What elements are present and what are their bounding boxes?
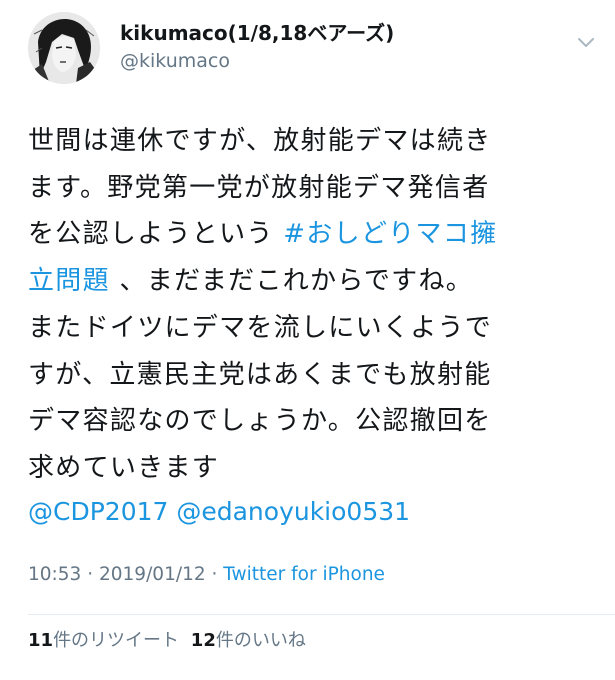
chevron-down-icon[interactable]	[574, 30, 598, 54]
tweet-time[interactable]: 10:53	[28, 564, 81, 585]
tweet-text-segment: またドイツにデマを流しにいくようで	[28, 312, 493, 343]
tweet-text-segment: 世間は連休ですが、放射能デマは続き	[28, 126, 492, 156]
retweets-label: 件のリツイート	[53, 630, 180, 651]
tweet-text-segment: デマ容認なのでしょうか。公認撤回を	[28, 406, 492, 437]
hashtag-link[interactable]: 立問題	[28, 266, 110, 296]
user-handle[interactable]: @kikumaco	[120, 48, 394, 74]
tweet-line: 世間は連休ですが、放射能デマは続き	[28, 118, 593, 165]
tweet-text-segment: 求めていきます	[28, 452, 220, 483]
tweet-line: またドイツにデマを流しにいくようで	[28, 305, 593, 352]
tweet-date[interactable]: 2019/01/12	[99, 564, 206, 585]
tweet-line: 立問題 、まだまだこれからですね。	[28, 258, 593, 305]
avatar[interactable]	[28, 12, 100, 84]
tweet-line: を公認しようという #おしどりマコ擁	[28, 211, 593, 258]
tweet-meta: 10:53 · 2019/01/12 · Twitter for iPhone	[28, 562, 385, 588]
likes-stat[interactable]: 12件のいいね	[191, 630, 306, 651]
tweet-line: ます。野党第一党が放射能デマ発信者	[28, 165, 593, 212]
display-name[interactable]: kikumaco(1/8,18ベアーズ)	[120, 20, 394, 46]
hashtag-link[interactable]: #おしどりマコ擁	[283, 219, 497, 249]
tweet-stats: 11件のリツイート 12件のいいね	[28, 628, 306, 654]
avatar-portrait-icon	[28, 12, 100, 84]
user-info: kikumaco(1/8,18ベアーズ) @kikumaco	[120, 20, 394, 74]
tweet-line: 求めていきます	[28, 445, 593, 492]
mentions: @CDP2017 @edanoyukio0531	[28, 495, 410, 529]
tweet-text-segment: すが、立憲民主党はあくまでも放射能	[28, 359, 492, 390]
tweet-text: 世間は連休ですが、放射能デマは続き ます。野党第一党が放射能デマ発信者 を公認し…	[28, 118, 593, 492]
mention-link[interactable]: @CDP2017	[28, 497, 168, 526]
retweets-stat[interactable]: 11件のリツイート	[28, 630, 179, 651]
meta-separator: ·	[81, 564, 99, 585]
likes-label: 件のいいね	[215, 630, 306, 651]
tweet-line: すが、立憲民主党はあくまでも放射能	[28, 352, 593, 399]
mention-link[interactable]: @edanoyukio0531	[176, 497, 410, 526]
retweets-count: 11	[28, 630, 54, 651]
meta-separator: ·	[205, 564, 224, 585]
tweet-text-segment: 、まだまだこれからですね。	[109, 266, 474, 297]
tweet-source-link[interactable]: Twitter for iPhone	[223, 564, 385, 585]
divider	[28, 614, 615, 615]
likes-count: 12	[190, 630, 216, 651]
tweet-card: kikumaco(1/8,18ベアーズ) @kikumaco 世間は連休ですが、…	[0, 0, 615, 680]
tweet-text-segment: を公認しようという	[28, 219, 284, 250]
tweet-line: デマ容認なのでしょうか。公認撤回を	[28, 398, 593, 445]
tweet-text-segment: ます。野党第一党が放射能デマ発信者	[28, 172, 490, 203]
tweet-header: kikumaco(1/8,18ベアーズ) @kikumaco	[28, 12, 598, 84]
